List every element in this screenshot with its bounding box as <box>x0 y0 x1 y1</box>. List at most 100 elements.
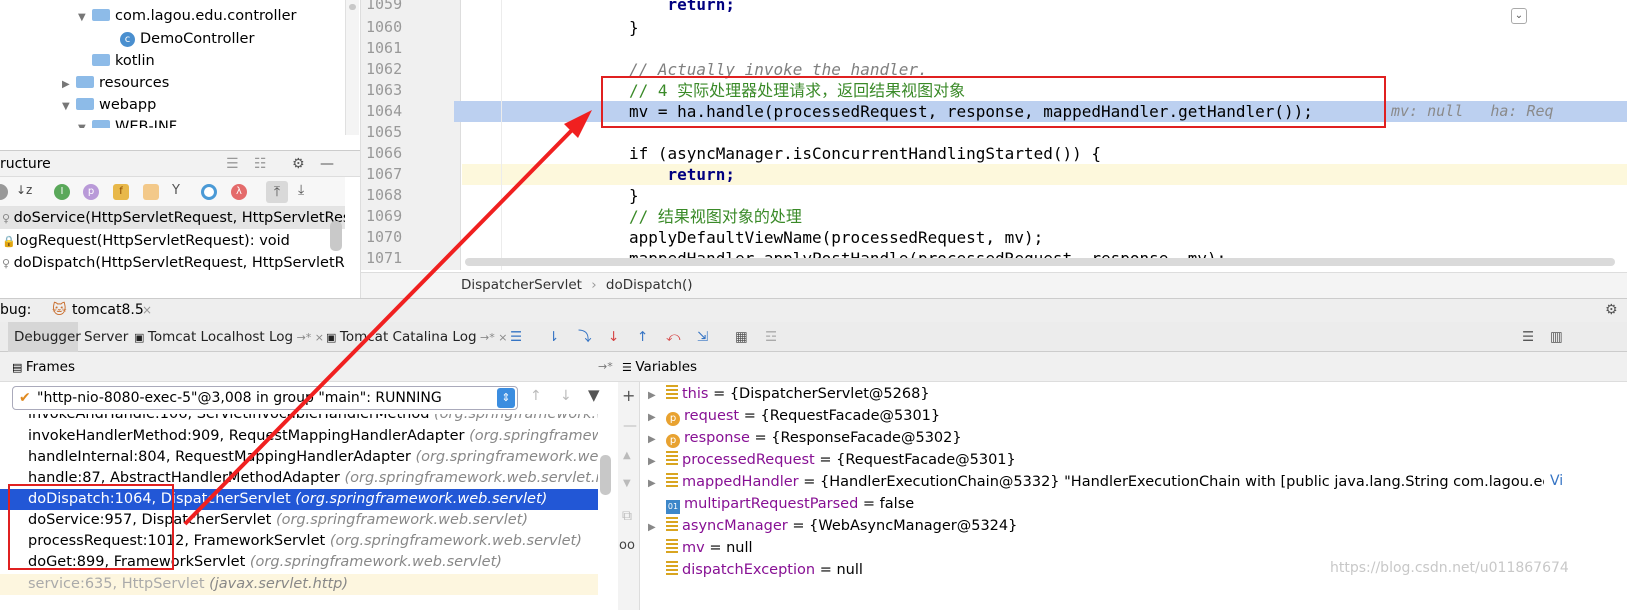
variable-row[interactable]: ▶ p request = {RequestFacade@5301} <box>648 405 940 427</box>
dropdown-icon[interactable]: ⇕ <box>497 388 515 408</box>
class-icon: c <box>120 32 135 47</box>
pin-icon[interactable]: →* <box>598 352 613 382</box>
view-link[interactable]: Vi <box>1550 473 1563 489</box>
move-down-icon[interactable]: ▼ <box>623 478 631 489</box>
expand-arrow-icon[interactable]: ▼ <box>62 96 76 118</box>
drop-frame-icon[interactable]: ⤺ <box>666 322 680 352</box>
structure-scrollbar[interactable] <box>330 221 342 251</box>
anonymous-icon[interactable]: Y <box>172 183 180 198</box>
tab-debugger[interactable]: Debugger <box>8 322 81 352</box>
tree-item-web-inf[interactable]: ▼ WEB-INF <box>78 116 177 128</box>
variable-row[interactable]: 01 multipartRequestParsed = false <box>648 493 914 515</box>
tree-item-controller[interactable]: ▼ com.lagou.edu.controller <box>78 5 296 27</box>
line-number: 1061 <box>366 39 403 57</box>
gear-icon[interactable]: ⚙ <box>1605 299 1618 321</box>
code-editor[interactable]: 1059 1060 1061 1062 1063 1064 1065 1066 … <box>360 0 1627 298</box>
annotation-box <box>601 76 1386 128</box>
code-line: } <box>629 18 639 37</box>
tree-item-democontroller[interactable]: c DemoController <box>120 28 254 50</box>
autoscroll-to-source-icon[interactable]: ⤒ <box>266 181 288 203</box>
tab-tomcat-localhost-log[interactable]: ▣ Tomcat Localhost Log →* × <box>134 322 324 352</box>
thread-selector[interactable]: ✔ "http-nio-8080-exec-5"@3,008 in group … <box>12 386 518 410</box>
evaluate-icon[interactable]: ▦ <box>735 322 748 352</box>
breadcrumb-method[interactable]: doDispatch() <box>606 277 693 293</box>
variable-row[interactable]: ▶ processedRequest = {RequestFacade@5301} <box>648 449 1016 471</box>
frame-row[interactable]: handleInternal:804, RequestMappingHandle… <box>0 447 598 468</box>
variable-row[interactable]: ▶ p response = {ResponseFacade@5302} <box>648 427 962 449</box>
variable-row[interactable]: ▶ this = {DispatcherServlet@5268} <box>648 383 930 405</box>
menu-icon[interactable]: ☰ <box>510 322 522 352</box>
tab-tomcat-catalina-log[interactable]: ▣ Tomcat Catalina Log →* × <box>326 322 507 352</box>
variable-row[interactable]: dispatchException = null <box>648 559 863 581</box>
code-line: mappedHandler.applyPostHandle(processedR… <box>629 248 1226 258</box>
trace-icon[interactable]: ☲ <box>765 322 777 352</box>
expand-all-icon[interactable]: ☰ <box>226 151 239 177</box>
minimize-icon[interactable]: — <box>320 151 334 177</box>
inherited-icon[interactable]: I <box>54 184 70 200</box>
fields-icon[interactable]: f <box>113 184 129 200</box>
chevron-down-icon[interactable]: ⌄ <box>1511 8 1527 24</box>
show-execution-point-icon[interactable]: ⇂ <box>548 322 559 352</box>
expand-arrow-icon[interactable]: ▶ <box>62 74 76 96</box>
code-line: if (asyncManager.isConcurrentHandlingSta… <box>629 144 1102 163</box>
line-number: 1059 <box>366 0 403 13</box>
lambda-icon[interactable]: λ <box>231 184 247 200</box>
tree-item-resources[interactable]: ▶ resources <box>62 72 169 94</box>
inline-debug-hint: mv: null ha: Req <box>1391 102 1554 120</box>
structure-member[interactable]: ♀ doDispatch(HttpServletRequest, HttpSer… <box>0 252 345 274</box>
run-config-tab[interactable]: tomcat8.5 <box>72 299 144 321</box>
horizontal-scrollbar[interactable] <box>465 258 1615 266</box>
tree-item-kotlin[interactable]: kotlin <box>78 50 155 72</box>
run-to-cursor-icon[interactable]: ⇲ <box>697 322 708 352</box>
variable-row[interactable]: mv = null <box>648 537 753 559</box>
variable-row[interactable]: ▶ mappedHandler = {HandlerExecutionChain@… <box>648 471 1544 493</box>
next-frame-icon[interactable]: ↓ <box>560 388 572 404</box>
frames-icon: ▤ <box>12 361 26 374</box>
variable-row[interactable]: ▶ asyncManager = {WebAsyncManager@5324} <box>648 515 1017 537</box>
move-up-icon[interactable]: ▲ <box>623 450 631 461</box>
line-number: 1063 <box>366 81 403 99</box>
step-into-icon[interactable]: ↓ <box>608 322 619 352</box>
log-icon: ▣ <box>134 331 148 344</box>
close-icon[interactable]: × <box>142 299 152 321</box>
tree-item-webapp[interactable]: ▼ webapp <box>62 94 156 116</box>
watermark: https://blog.csdn.net/u011867674 <box>1330 560 1569 576</box>
sort-alpha-icon[interactable]: ↓z <box>16 183 32 197</box>
sort-icon[interactable] <box>0 184 8 200</box>
glasses-icon[interactable]: oo <box>619 538 635 553</box>
previous-frame-icon[interactable]: ↑ <box>530 388 542 404</box>
circle-icon[interactable] <box>201 184 217 200</box>
collapse-all-icon[interactable]: ☷ <box>254 151 267 177</box>
tree-scrollbar[interactable] <box>345 0 359 135</box>
structure-member[interactable]: 🔒logRequest(HttpServletRequest): void <box>0 230 345 252</box>
line-number: 1069 <box>366 207 403 225</box>
debug-toolbar: bug: 🐱 tomcat8.5 × ⚙ <box>0 298 1627 322</box>
structure-member[interactable]: ♀ doService(HttpServletRequest, HttpServ… <box>0 207 345 229</box>
gear-icon[interactable]: ⚙ <box>292 151 305 177</box>
expand-arrow-icon[interactable]: ▼ <box>78 7 92 29</box>
frames-scrollbar[interactable] <box>600 455 611 495</box>
copy-icon[interactable]: ⧉ <box>622 508 632 524</box>
breadcrumb-class[interactable]: DispatcherServlet <box>461 277 582 293</box>
code-line: applyDefaultViewName(processedRequest, m… <box>629 228 1044 247</box>
properties-icon[interactable]: p <box>83 184 99 200</box>
tree-item-label: DemoController <box>140 31 255 47</box>
remove-icon[interactable]: — <box>623 418 637 434</box>
frame-row[interactable]: service:635, HttpServlet (javax.servlet.… <box>0 574 598 595</box>
frame-row[interactable]: invokeAndHandle:106, ServletInvocableHan… <box>0 414 598 425</box>
autoscroll-from-source-icon[interactable]: ⤓ <box>298 182 304 198</box>
parameter-icon: p <box>666 434 680 448</box>
folder-icon <box>92 9 110 21</box>
step-out-icon[interactable]: ↑ <box>637 322 648 352</box>
add-watch-icon[interactable]: + <box>622 386 635 405</box>
filter-icon[interactable]: ▼ <box>588 386 600 404</box>
folder-icon <box>92 120 110 128</box>
tab-server[interactable]: Server <box>84 322 128 352</box>
lock-icon[interactable] <box>143 184 159 200</box>
frame-row[interactable]: invokeHandlerMethod:909, RequestMappingH… <box>0 426 598 447</box>
step-over-icon[interactable]: ⤵ <box>578 322 592 352</box>
expand-arrow-icon[interactable]: ▼ <box>78 118 92 128</box>
restore-layout-icon[interactable]: ▥ <box>1550 322 1563 352</box>
layout-icon[interactable]: ☰ <box>1522 322 1534 352</box>
line-gutter: 1059 1060 1061 1062 1063 1064 1065 1066 … <box>361 0 487 270</box>
